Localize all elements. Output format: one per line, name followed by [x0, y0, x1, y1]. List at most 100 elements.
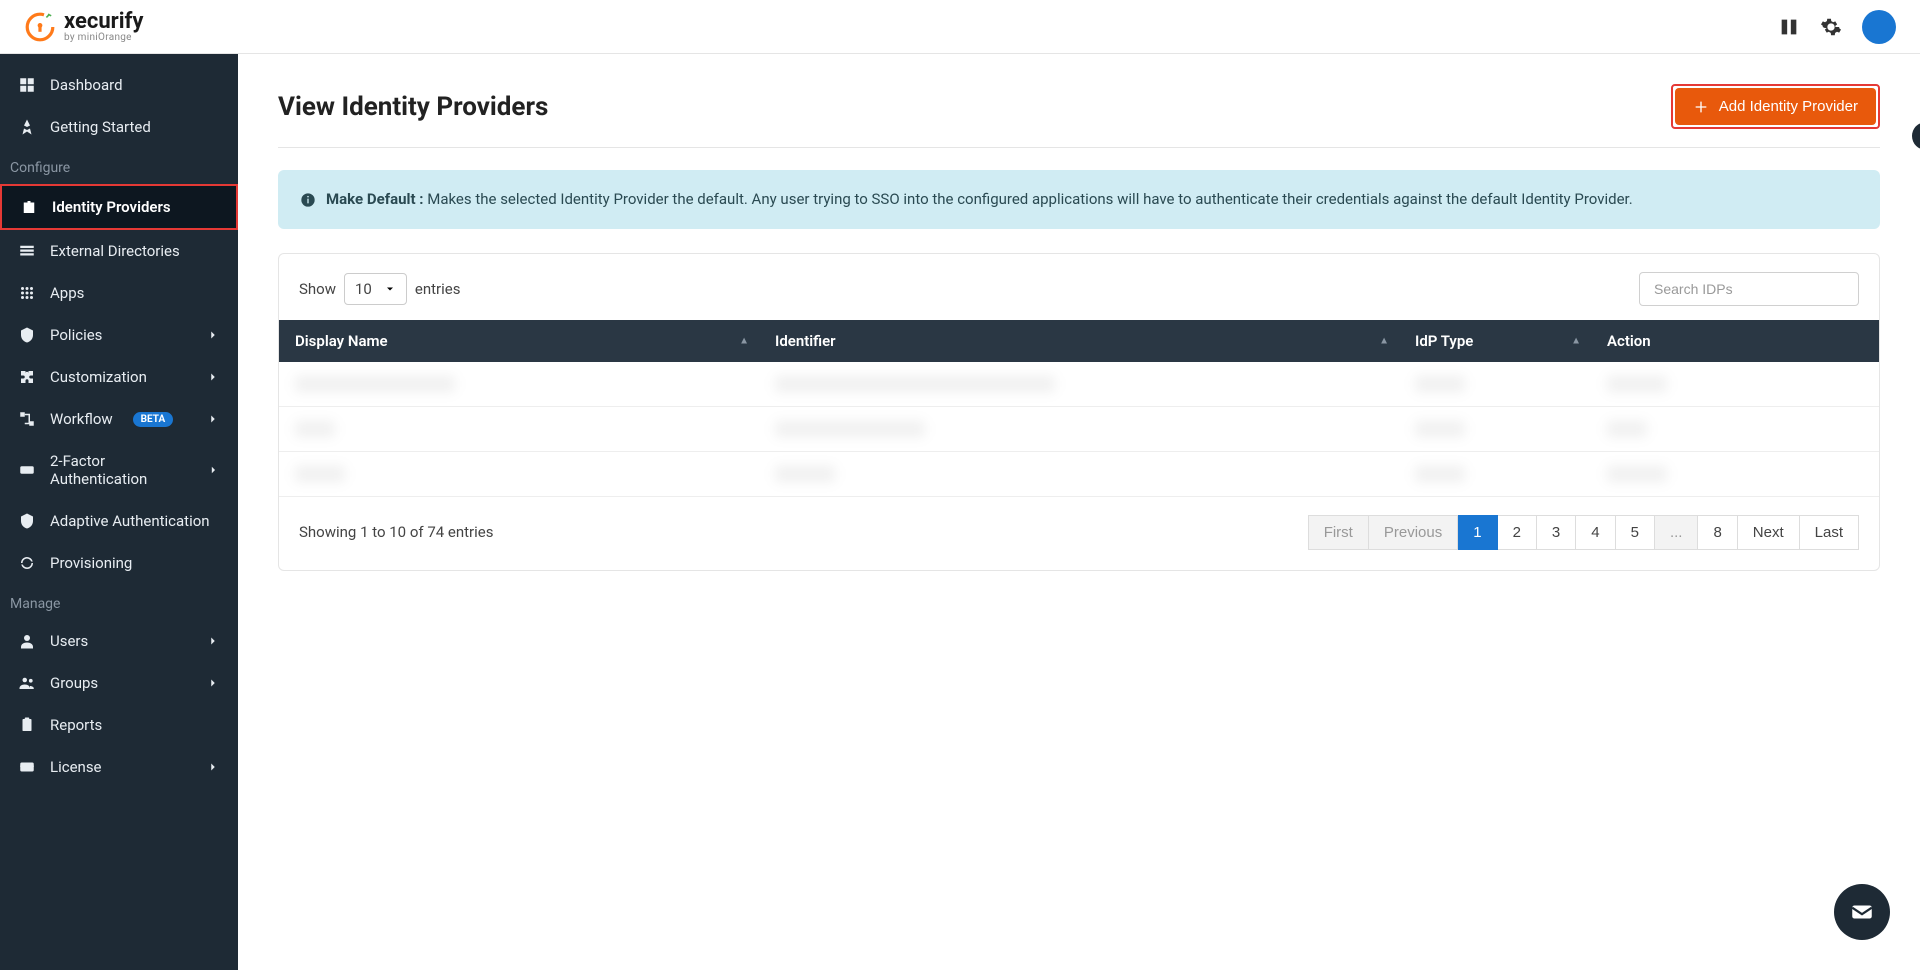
sidebar-item-apps[interactable]: Apps: [0, 272, 238, 314]
chevron-right-icon: [206, 634, 220, 648]
page-ellipsis: ...: [1655, 515, 1699, 550]
sidebar-item-label: Provisioning: [50, 554, 132, 572]
col-idp-type[interactable]: IdP Type▲: [1399, 320, 1591, 362]
chevron-right-icon: [207, 463, 220, 477]
col-identifier[interactable]: Identifier▲: [759, 320, 1399, 362]
sidebar-item-label: 2-Factor Authentication: [50, 452, 193, 488]
page-previous-button[interactable]: Previous: [1369, 515, 1458, 550]
2fa-icon: [18, 461, 36, 479]
sidebar-item-label: Users: [50, 632, 88, 650]
user-icon: [18, 632, 36, 650]
clipboard-icon: [18, 716, 36, 734]
sidebar-item-label: Dashboard: [50, 76, 123, 94]
search-input[interactable]: [1639, 272, 1859, 306]
rocket-icon: [18, 118, 36, 136]
sidebar-item-label: Policies: [50, 326, 102, 344]
chat-fab[interactable]: [1834, 884, 1890, 940]
page-number-button[interactable]: 2: [1498, 515, 1537, 550]
table-row[interactable]: [279, 362, 1879, 407]
logo-icon: [24, 11, 56, 43]
info-strong: Make Default :: [326, 190, 424, 208]
sidebar-item-label: Workflow: [50, 410, 113, 428]
sidebar-item-workflow[interactable]: Workflow BETA: [0, 398, 238, 440]
sidebar-item-label: Customization: [50, 368, 147, 386]
plus-icon: [1693, 99, 1709, 115]
page-size-value: 10: [355, 280, 372, 298]
brand-logo[interactable]: xecurify by miniOrange: [24, 11, 143, 43]
show-label: Show: [299, 280, 336, 298]
chevron-down-icon: [384, 283, 396, 295]
chevron-right-icon: [206, 328, 220, 342]
sidebar-item-label: Apps: [50, 284, 84, 302]
table-footer-text: Showing 1 to 10 of 74 entries: [299, 523, 493, 541]
chevron-right-icon: [206, 760, 220, 774]
workflow-icon: [18, 410, 36, 428]
add-button-highlight: Add Identity Provider: [1671, 84, 1880, 129]
sidebar-item-label: Adaptive Authentication: [50, 512, 210, 530]
sidebar-item-2fa[interactable]: 2-Factor Authentication: [0, 440, 238, 500]
main-content: ? View Identity Providers Add Identity P…: [238, 54, 1920, 970]
chevron-right-icon: [206, 370, 220, 384]
col-action: Action: [1591, 320, 1879, 362]
table-row[interactable]: [279, 451, 1879, 496]
add-button-label: Add Identity Provider: [1719, 98, 1858, 115]
sidebar-section-manage: Manage: [0, 584, 238, 620]
sidebar-item-provisioning[interactable]: Provisioning: [0, 542, 238, 584]
page-first-button[interactable]: First: [1308, 515, 1369, 550]
help-button[interactable]: ?: [1912, 122, 1920, 150]
sidebar-item-label: Groups: [50, 674, 98, 692]
sidebar-item-external-directories[interactable]: External Directories: [0, 230, 238, 272]
sidebar-item-identity-providers[interactable]: Identity Providers: [0, 184, 238, 230]
brand-subtitle: by miniOrange: [64, 33, 143, 43]
sidebar-item-groups[interactable]: Groups: [0, 662, 238, 704]
page-number-button[interactable]: 8: [1698, 515, 1737, 550]
pagination: First Previous 1 2 3 4 5 ... 8 Next Last: [1308, 515, 1859, 550]
sort-icon: ▲: [1571, 335, 1581, 346]
page-size-select[interactable]: 10: [344, 273, 407, 305]
sidebar-item-users[interactable]: Users: [0, 620, 238, 662]
page-next-button[interactable]: Next: [1738, 515, 1800, 550]
avatar[interactable]: [1862, 10, 1896, 44]
page-number-button[interactable]: 3: [1537, 515, 1576, 550]
info-banner: Make Default : Makes the selected Identi…: [278, 170, 1880, 229]
sidebar-item-label: License: [50, 758, 102, 776]
page-last-button[interactable]: Last: [1800, 515, 1859, 550]
gear-icon[interactable]: [1820, 16, 1842, 38]
add-identity-provider-button[interactable]: Add Identity Provider: [1675, 88, 1876, 125]
topbar: xecurify by miniOrange: [0, 0, 1920, 54]
chevron-right-icon: [206, 676, 220, 690]
sort-icon: ▲: [1379, 335, 1389, 346]
table-row[interactable]: [279, 406, 1879, 451]
sort-ascending-icon: ▲: [739, 335, 749, 346]
check-shield-icon: [18, 512, 36, 530]
list-icon: [18, 242, 36, 260]
sidebar-item-getting-started[interactable]: Getting Started: [0, 106, 238, 148]
table-card: Show 10 entries Display Name▲ Identifier…: [278, 253, 1880, 571]
puzzle-icon: [18, 368, 36, 386]
briefcase-icon: [20, 198, 38, 216]
sidebar-item-label: Reports: [50, 716, 102, 734]
sidebar-item-dashboard[interactable]: Dashboard: [0, 64, 238, 106]
group-icon: [18, 674, 36, 692]
sidebar-item-adaptive-auth[interactable]: Adaptive Authentication: [0, 500, 238, 542]
sidebar-item-license[interactable]: License: [0, 746, 238, 788]
sidebar: Dashboard Getting Started Configure Iden…: [0, 54, 238, 970]
page-number-button[interactable]: 5: [1616, 515, 1655, 550]
sidebar-item-reports[interactable]: Reports: [0, 704, 238, 746]
grid-icon: [18, 76, 36, 94]
card-icon: [18, 758, 36, 776]
page-title: View Identity Providers: [278, 92, 548, 122]
sidebar-item-label: External Directories: [50, 242, 180, 260]
chevron-right-icon: [206, 412, 220, 426]
idp-table: Display Name▲ Identifier▲ IdP Type▲ Acti…: [279, 320, 1879, 497]
entries-label: entries: [415, 280, 461, 298]
shield-icon: [18, 326, 36, 344]
page-number-button[interactable]: 1: [1458, 515, 1497, 550]
page-number-button[interactable]: 4: [1576, 515, 1615, 550]
docs-icon[interactable]: [1778, 16, 1800, 38]
beta-badge: BETA: [133, 412, 174, 427]
sidebar-item-policies[interactable]: Policies: [0, 314, 238, 356]
sidebar-item-customization[interactable]: Customization: [0, 356, 238, 398]
brand-name: xecurify: [64, 11, 143, 33]
col-display-name[interactable]: Display Name▲: [279, 320, 759, 362]
